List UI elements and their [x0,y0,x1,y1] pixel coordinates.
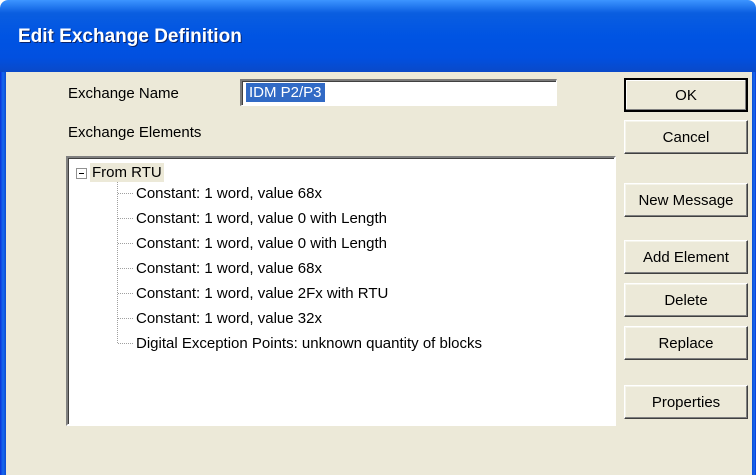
tree-item[interactable]: Constant: 1 word, value 0 with Length [136,234,387,253]
add-element-button[interactable]: Add Element [624,240,748,274]
tree-item[interactable]: Constant: 1 word, value 2Fx with RTU [136,284,388,303]
dialog-title: Edit Exchange Definition [18,26,242,47]
cancel-button[interactable]: Cancel [624,120,748,154]
delete-button[interactable]: Delete [624,283,748,317]
edit-exchange-dialog: Edit Exchange Definition Exchange Name I… [0,0,756,475]
exchange-elements-tree[interactable]: From RTU Constant: 1 word, value 68x Con… [66,156,616,426]
tree-item[interactable]: Constant: 1 word, value 0 with Length [136,209,387,228]
replace-button[interactable]: Replace [624,326,748,360]
tree-root-from-rtu[interactable]: From RTU [90,163,164,182]
tree-item[interactable]: Constant: 1 word, value 68x [136,259,322,278]
tree-item[interactable]: Constant: 1 word, value 32x [136,309,322,328]
collapse-minus-icon[interactable] [76,168,87,179]
ok-button[interactable]: OK [624,78,748,112]
new-message-button[interactable]: New Message [624,183,748,217]
window-frame-right [752,72,756,475]
tree-item[interactable]: Digital Exception Points: unknown quanti… [136,334,482,353]
properties-button[interactable]: Properties [624,385,748,419]
exchange-elements-label: Exchange Elements [68,124,202,141]
window-frame-left [0,72,6,475]
tree-item[interactable]: Constant: 1 word, value 68x [136,184,322,203]
exchange-name-input[interactable]: IDM P2/P3 [240,79,557,106]
exchange-name-label: Exchange Name [68,85,179,102]
title-bar[interactable]: Edit Exchange Definition [0,0,756,72]
exchange-name-value: IDM P2/P3 [246,83,325,102]
